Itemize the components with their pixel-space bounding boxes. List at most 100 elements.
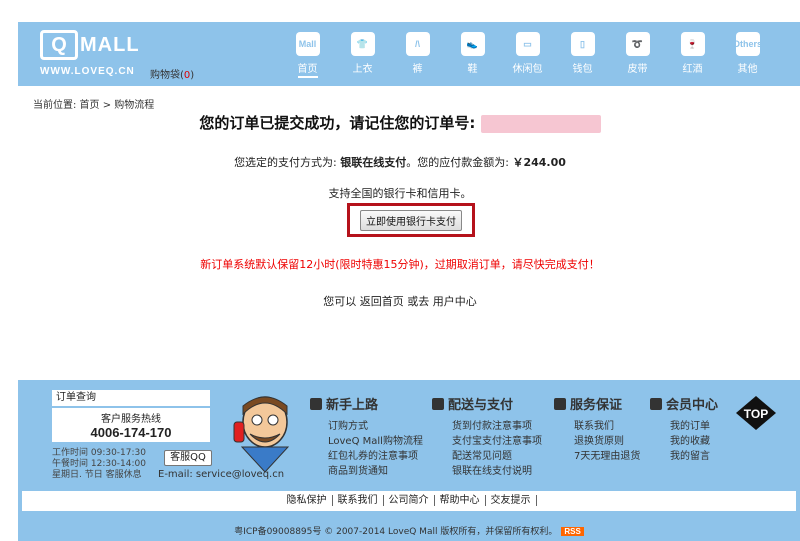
logo-text: MALL [80,34,140,56]
footer-col-members: 会员中心 我的订单 我的收藏 我的留言 [650,394,718,464]
qq-service-button[interactable]: 客服QQ [164,450,212,466]
shirt-icon: 👕 [350,32,375,56]
wallet-icon: ▯ [570,32,595,56]
delivery-icon [432,398,444,410]
footer-links-bar: 隐私保护 联系我们 公司简介 帮助中心 交友提示 [22,491,796,511]
footer-bar-link[interactable]: 联系我们 [332,495,384,506]
pants-icon: /\ [405,32,430,56]
footer-link[interactable]: LoveQ Mall购物流程 [328,434,423,449]
nav-item-8[interactable]: Others 其他 [720,32,775,82]
pay-button-highlight: 立即使用银行卡支付 [347,203,475,237]
nav-item-7[interactable]: 🍷 红酒 [665,32,720,82]
nav-label: 首页 [297,60,318,78]
nav-item-6[interactable]: ➰ 皮带 [610,32,665,82]
nav-label: 钱包 [572,64,593,75]
order-amount: ￥244.00 [512,156,566,169]
col-title: 服务保证 [570,398,623,413]
col-title: 会员中心 [666,398,719,413]
nav-item-3[interactable]: 👟 鞋 [445,32,500,82]
mascot-illustration [233,396,290,472]
service-hours: 工作时间 09:30-17:30 午餐时间 12:30-14:00 星期日. 节… [52,448,146,481]
col-title: 新手上路 [326,398,379,413]
footer-link[interactable]: 红包礼券的注意事项 [328,449,423,464]
links-mid: 或去 [403,295,433,308]
footer-bar-link[interactable]: 隐私保护 [281,495,333,506]
footer-col-service: 服务保证 联系我们 退换货原则 7天无理由退货 [554,394,640,464]
pay-prefix: 您选定的支付方式为: [234,156,341,169]
hotline-title: 客户服务热线 [101,414,161,425]
others-icon: Others [733,32,762,56]
return-home-link[interactable]: 返回首页 [360,295,404,308]
footer-bar-link[interactable]: 帮助中心 [434,495,486,506]
support-note: 支持全国的银行卡和信用卡。 [328,187,472,200]
back-to-top-icon[interactable]: TOP [736,396,776,430]
hours-line: 星期日. 节日 客服休息 [52,470,142,480]
footer-link[interactable]: 配送常见问题 [452,449,542,464]
belt-icon: ➰ [625,32,650,56]
nav-item-0[interactable]: Mall 首页 [280,32,335,82]
top-label: TOP [744,407,768,421]
site-header: Q MALL WWW.LOVEQ.CN 购物袋(0) Mall 首页 👕 上衣/\ 裤 👟 鞋… [18,22,800,86]
nav-label: 红酒 [682,64,703,75]
order-success-title: 您的订单已提交成功，请记住您的订单号: [0,112,800,133]
question-icon [310,398,322,410]
footer-link[interactable]: 支付宝支付注意事项 [452,434,542,449]
shoe-icon: 👟 [460,32,485,56]
order-query-input[interactable]: 订单查询 [52,390,210,406]
hours-line: 午餐时间 12:30-14:00 [52,459,146,469]
payment-method: 银联在线支付 [340,156,407,169]
user-center-link[interactable]: 用户中心 [433,295,477,308]
footer-link[interactable]: 订购方式 [328,419,423,434]
hours-line: 工作时间 09:30-17:30 [52,448,146,458]
order-number-redacted [480,114,601,133]
main-nav: Mall 首页 👕 上衣/\ 裤 👟 鞋 ▭ 休闲包 ▯ 钱包 ➰ 皮带 🍷 红酒 Others 其他 [280,32,775,82]
footer-link[interactable]: 货到付款注意事项 [452,419,542,434]
next-links: 您可以 返回首页 或去 用户中心 [0,293,800,309]
nav-item-2[interactable]: /\ 裤 [390,32,445,82]
footer-link[interactable]: 退换货原则 [574,434,640,449]
footer-link[interactable]: 商品到货通知 [328,464,423,479]
hotline-number: 4006-174-170 [90,425,172,440]
nav-item-1[interactable]: 👕 上衣 [335,32,390,82]
footer-bar-link[interactable]: 公司简介 [383,495,435,506]
footer-link[interactable]: 我的订单 [670,419,718,434]
footer-link[interactable]: 联系我们 [574,419,640,434]
nav-label: 其他 [737,64,758,75]
logo-mark: Q [40,30,78,60]
breadcrumb: 当前位置: 首页 > 购物流程 [33,100,155,111]
cart-label: 购物袋( [150,70,184,81]
site-logo[interactable]: Q MALL [40,30,140,60]
footer-bar-link[interactable]: 交友提示 [485,495,537,506]
nav-item-5[interactable]: ▯ 钱包 [555,32,610,82]
footer-link[interactable]: 7天无理由退货 [574,449,640,464]
order-expiry-warning: 新订单系统默认保留12小时(限时特惠15分钟)，过期取消订单，请尽快完成支付！ [200,258,600,271]
col-title: 配送与支付 [448,398,514,413]
footer-col-newbie: 新手上路 订购方式 LoveQ Mall购物流程 红包礼券的注意事项 商品到货通… [310,394,423,479]
members-icon [650,398,662,410]
links-prefix: 您可以 [323,295,360,308]
footer-col-delivery: 配送与支付 货到付款注意事项 支付宝支付注意事项 配送常见问题 银联在线支付说明 [432,394,542,479]
shopping-bag-link[interactable]: 购物袋(0) [150,66,194,81]
nav-label: 皮带 [627,64,648,75]
pay-now-button[interactable]: 立即使用银行卡支付 [360,209,462,231]
nav-label: 休闲包 [512,64,543,75]
copyright: 粤ICP备09008895号 © 2007-2014 LoveQ Mall 版权… [18,524,800,537]
footer-link[interactable]: 银联在线支付说明 [452,464,542,479]
mall-icon: Mall [295,32,320,56]
nav-label: 裤 [412,64,423,75]
nav-item-4[interactable]: ▭ 休闲包 [500,32,555,82]
wine-icon: 🍷 [680,32,705,56]
check-icon [554,398,566,410]
order-success-text: 您的订单已提交成功，请记住您的订单号: [199,114,476,132]
rss-badge[interactable]: RSS [561,527,584,536]
nav-label: 鞋 [467,64,478,75]
site-footer: 订单查询 客户服务热线 4006-174-170 工作时间 09:30-17:3… [18,380,800,541]
footer-link[interactable]: 我的收藏 [670,434,718,449]
logo-url: WWW.LOVEQ.CN [40,66,135,77]
hotline-box: 客户服务热线 4006-174-170 [52,408,210,442]
cart-close: ) [190,70,195,81]
pay-mid: 。您的应付款金额为: [406,156,513,169]
payment-info: 您选定的支付方式为: 银联在线支付。您的应付款金额为: ￥244.00 [0,154,800,170]
nav-label: 上衣 [352,64,373,75]
footer-link[interactable]: 我的留言 [670,449,718,464]
